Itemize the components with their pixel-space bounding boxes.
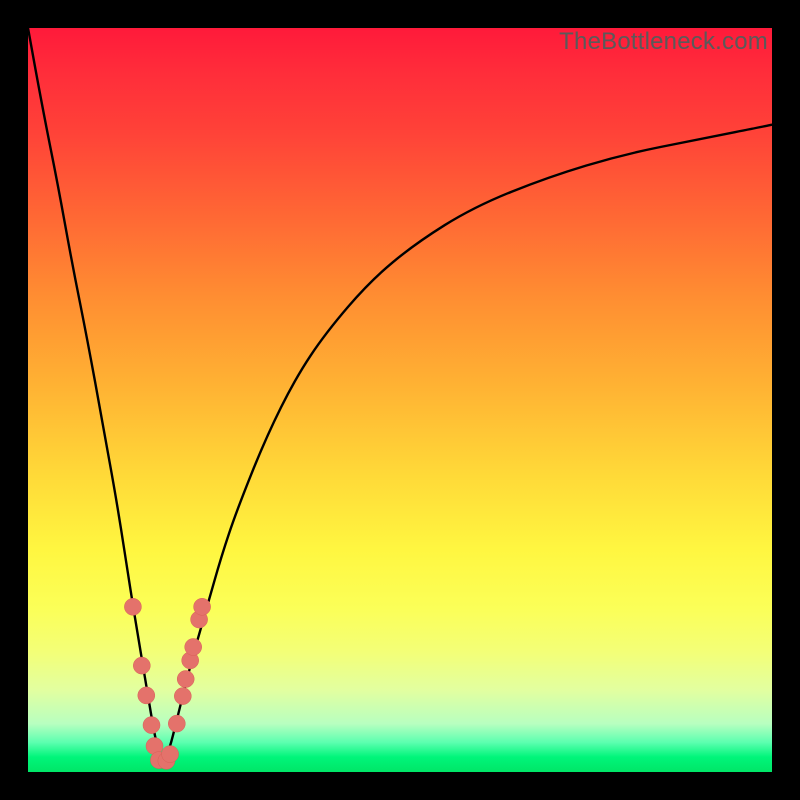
gradient-background [28,28,772,772]
plot-area: TheBottleneck.com [28,28,772,772]
chart-frame: TheBottleneck.com [0,0,800,800]
